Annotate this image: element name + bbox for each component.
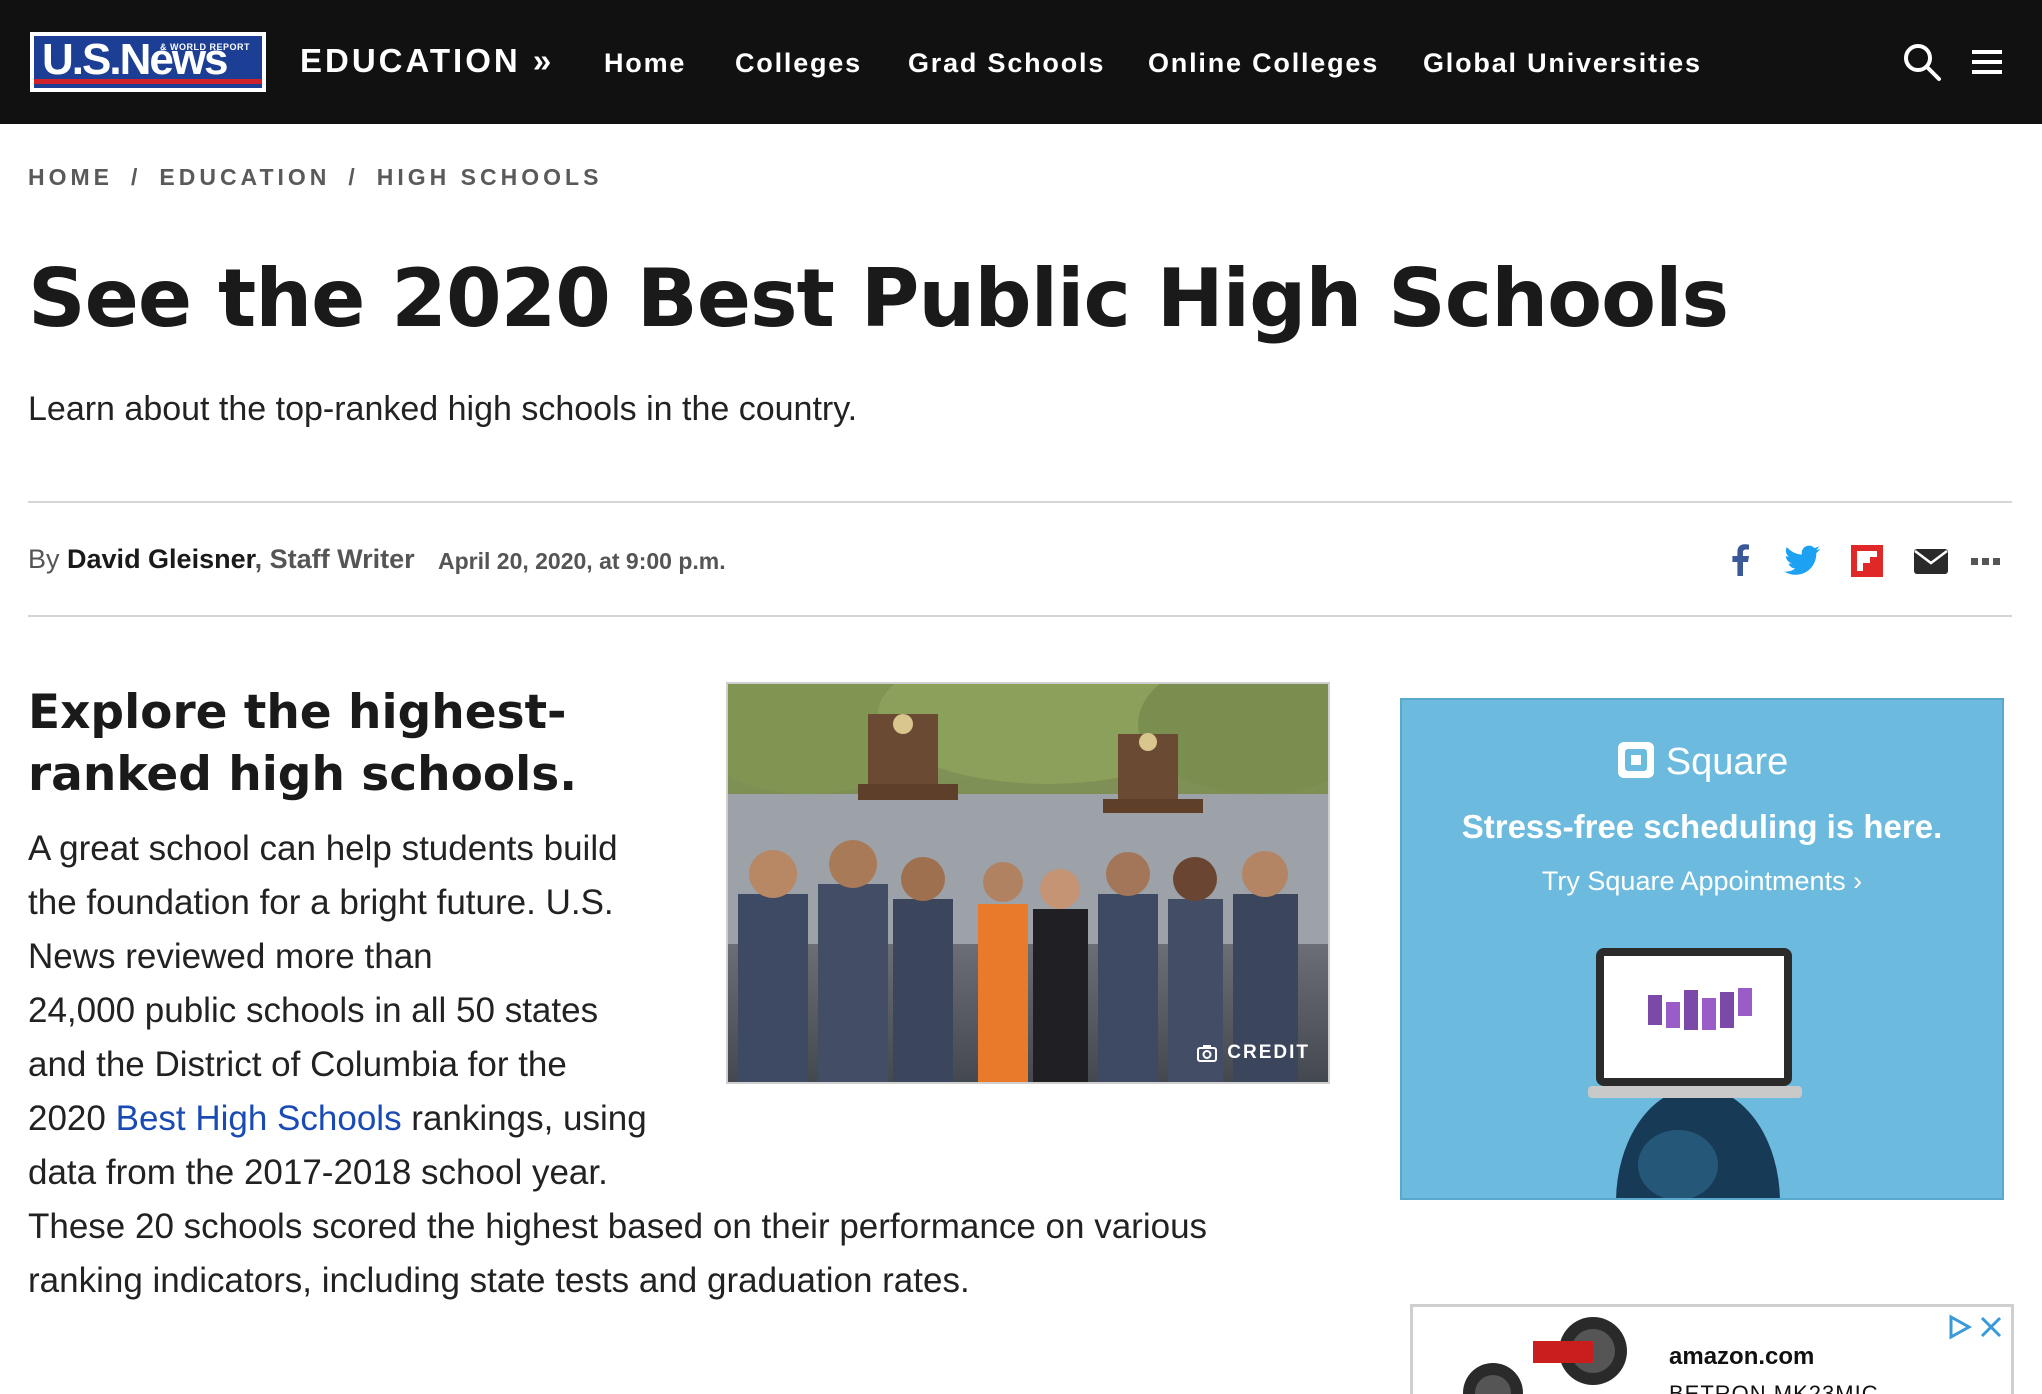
- amazon-product-name[interactable]: BETRON MK23MIC: [1669, 1381, 1879, 1394]
- nav-item-grad-schools[interactable]: Grad Schools: [908, 48, 1105, 79]
- square-cta-link[interactable]: Try Square Appointments ›: [1402, 866, 2002, 897]
- article-headline: See the 2020 Best Public High Schools: [28, 252, 1729, 345]
- headphones-product-image: [1463, 1317, 1627, 1394]
- top-navigation-bar: U.S.News & WORLD REPORT EDUCATION » Home…: [0, 0, 2042, 124]
- camera-icon: [1197, 1045, 1218, 1062]
- article-dek: Learn about the top-ranked high schools …: [28, 390, 858, 428]
- body-line: data from the 2017-2018 school year.: [28, 1153, 608, 1192]
- breadcrumb-education[interactable]: EDUCATION: [159, 164, 330, 191]
- nav-item-global-universities[interactable]: Global Universities: [1423, 48, 1702, 79]
- flipboard-icon[interactable]: [1850, 544, 1888, 578]
- author-link[interactable]: David Gleisner: [67, 544, 255, 574]
- usnews-logo[interactable]: U.S.News & WORLD REPORT: [30, 32, 266, 92]
- menu-icon[interactable]: [1970, 42, 2010, 82]
- body-text-fragment: 2020: [28, 1099, 116, 1138]
- body-text-fragment: rankings, using: [401, 1099, 647, 1138]
- body-line: News reviewed more than: [28, 937, 433, 976]
- byline: By David Gleisner, Staff Writer: [28, 544, 415, 575]
- more-icon[interactable]: [1968, 544, 2006, 578]
- amazon-logo: amazon.com: [1669, 1343, 1815, 1370]
- breadcrumb-separator: /: [348, 164, 359, 190]
- email-icon[interactable]: [1912, 544, 1950, 578]
- divider: [28, 615, 2012, 617]
- body-line: 2020 Best High Schools rankings, using: [28, 1092, 647, 1146]
- square-brand: Square: [1402, 740, 2002, 784]
- breadcrumb-high-schools[interactable]: HIGH SCHOOLS: [377, 164, 603, 191]
- students-with-trophies-illustration: [728, 684, 1328, 1082]
- publish-date: April 20, 2020, at 9:00 p.m.: [438, 548, 726, 574]
- author-role: , Staff Writer: [254, 544, 415, 574]
- body-line: 24,000 public schools in all 50 states: [28, 991, 599, 1030]
- square-brand-name: Square: [1665, 741, 1789, 783]
- logo-background: U.S.News & WORLD REPORT: [34, 36, 262, 88]
- photo-credit-label: CREDIT: [1227, 1042, 1310, 1063]
- photo-credit[interactable]: CREDIT: [1197, 1042, 1310, 1064]
- body-line: ranking indicators, including state test…: [28, 1261, 970, 1300]
- breadcrumb-separator: /: [131, 164, 142, 190]
- twitter-icon[interactable]: [1784, 544, 1822, 578]
- search-icon[interactable]: [1902, 42, 1942, 82]
- facebook-icon[interactable]: [1722, 544, 1760, 578]
- laptop-on-globe-illustration: [1588, 948, 1802, 1198]
- byline-prefix: By: [28, 544, 60, 574]
- square-headline: Stress-free scheduling is here.: [1461, 808, 1943, 845]
- nav-item-colleges[interactable]: Colleges: [735, 48, 862, 79]
- close-ad-icon[interactable]: [1977, 1313, 2005, 1341]
- logo-subtext: & WORLD REPORT: [160, 42, 250, 52]
- divider: [28, 501, 2012, 503]
- amazon-ad[interactable]: amazon.com BETRON MK23MIC: [1410, 1304, 2014, 1394]
- square-ad[interactable]: Square Stress-free scheduling is here. T…: [1400, 698, 2004, 1200]
- article-photo[interactable]: CREDIT: [726, 682, 1330, 1084]
- body-line: the foundation for a bright future. U.S.: [28, 883, 614, 922]
- nav-item-home[interactable]: Home: [604, 48, 686, 79]
- nav-item-online-colleges[interactable]: Online Colleges: [1148, 48, 1379, 79]
- body-line: These 20 schools scored the highest base…: [28, 1207, 1208, 1246]
- logo-red-stripe: [34, 79, 262, 84]
- article-subhead: Explore the highest-ranked high schools.: [28, 685, 578, 802]
- body-line: A great school can help students build: [28, 829, 618, 868]
- breadcrumb: HOME / EDUCATION / HIGH SCHOOLS: [28, 164, 602, 191]
- breadcrumb-home[interactable]: HOME: [28, 164, 113, 191]
- square-logo-icon: [1617, 742, 1654, 778]
- best-high-schools-link[interactable]: Best High Schools: [116, 1099, 402, 1138]
- adchoices-icon[interactable]: [1945, 1313, 1973, 1341]
- body-line: and the District of Columbia for the: [28, 1045, 567, 1084]
- section-label-education[interactable]: EDUCATION »: [300, 42, 554, 80]
